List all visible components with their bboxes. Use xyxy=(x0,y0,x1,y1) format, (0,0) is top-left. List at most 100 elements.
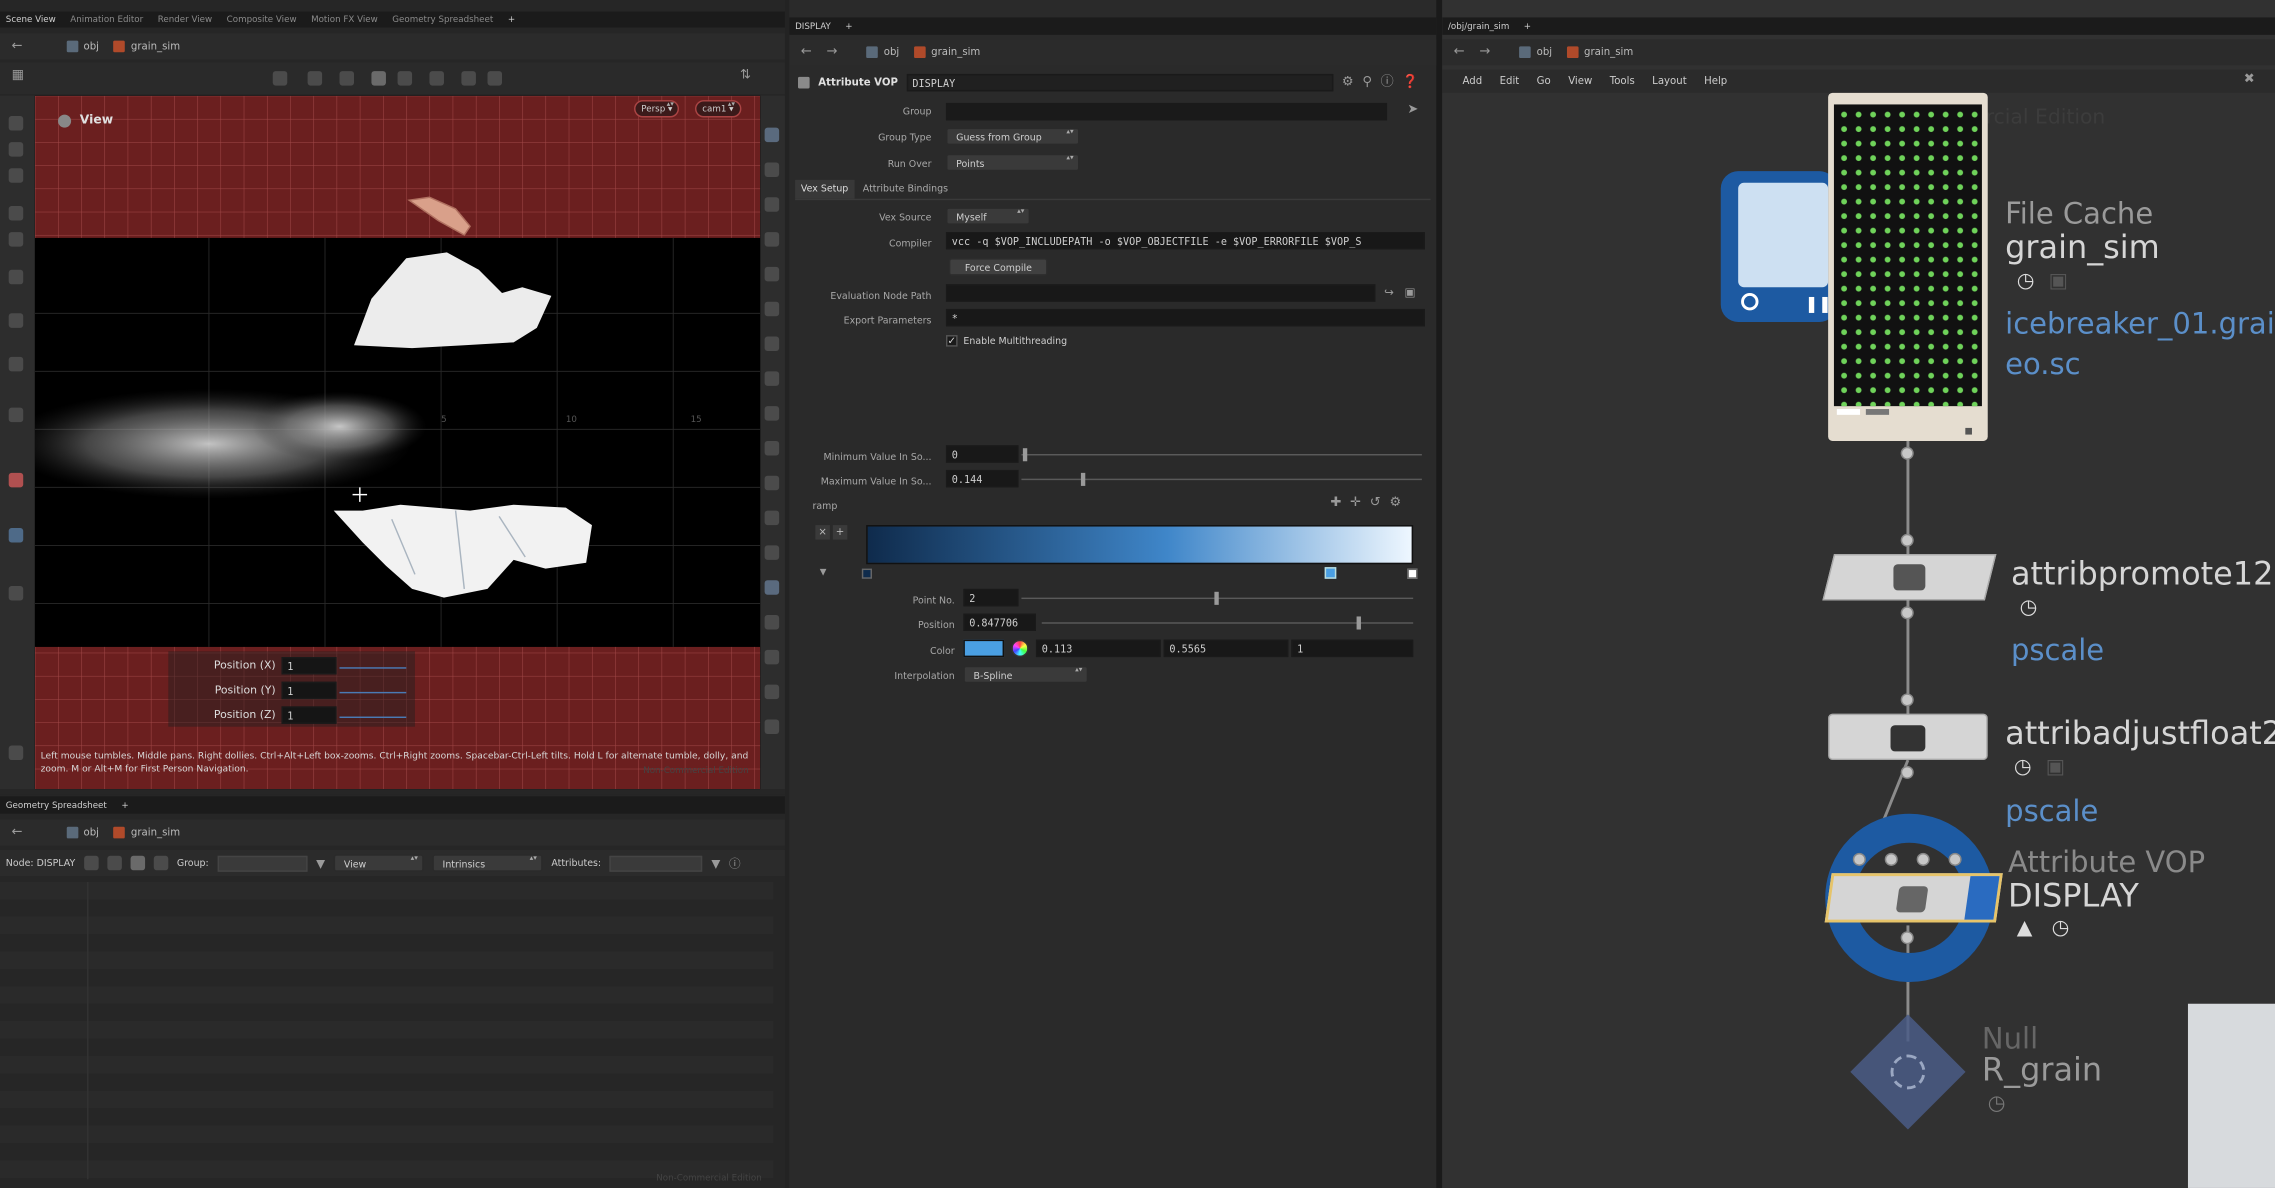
menu-tools[interactable]: Tools xyxy=(1610,75,1635,87)
snap-tool-icon-2[interactable] xyxy=(307,71,323,86)
ramp-collapse-icon[interactable]: ▼ xyxy=(820,566,827,579)
group-select-arrow-icon[interactable]: ➤ xyxy=(1407,104,1418,117)
filter-icon[interactable]: ▼ xyxy=(316,857,325,870)
ramp-key-start[interactable] xyxy=(861,568,872,579)
tab-attribute-bindings[interactable]: Attribute Bindings xyxy=(857,180,954,199)
snap-tool-icon-6[interactable] xyxy=(429,71,444,86)
viewport-misc-icon[interactable] xyxy=(8,586,24,601)
lock-icon[interactable]: ▣ xyxy=(2046,757,2065,777)
path-obj[interactable]: obj xyxy=(866,46,899,59)
color-swatch[interactable] xyxy=(963,639,1005,658)
position-field[interactable]: 0.847706 xyxy=(963,613,1036,631)
node-name-field[interactable]: DISPLAY xyxy=(906,73,1334,92)
tab-scene-view[interactable]: Scene View xyxy=(6,15,56,25)
back-arrow-icon[interactable]: ← xyxy=(801,45,812,59)
interpolation-menu[interactable]: B-Spline xyxy=(963,665,1089,684)
display-option-icon-6[interactable] xyxy=(764,301,780,317)
snap-tool-icon[interactable] xyxy=(272,71,288,86)
back-arrow-icon[interactable]: ← xyxy=(1454,45,1465,59)
display-option-icon-3[interactable] xyxy=(764,197,780,212)
display-option-icon-7[interactable] xyxy=(764,336,780,352)
display-option-icon-10[interactable] xyxy=(764,440,780,456)
input-connector[interactable] xyxy=(1900,533,1914,547)
group-type-menu[interactable]: Guess from Group xyxy=(945,127,1080,146)
max-value-field[interactable]: 0.144 xyxy=(945,469,1019,488)
path-node[interactable]: grain_sim xyxy=(113,826,180,839)
path-obj[interactable]: obj xyxy=(1519,46,1552,59)
add-point-icon[interactable]: ✚ xyxy=(1330,497,1341,511)
input-connector[interactable] xyxy=(1948,852,1962,866)
export-parameters-field[interactable]: * xyxy=(945,308,1425,327)
color-g-field[interactable]: 0.5565 xyxy=(1163,639,1289,658)
vertex-attrib-icon[interactable] xyxy=(107,855,122,871)
display-option-icon-17[interactable] xyxy=(764,684,780,700)
node-chooser-icon[interactable]: ↪ xyxy=(1384,286,1394,299)
record-icon[interactable] xyxy=(1741,293,1759,311)
handle-tool-icon[interactable] xyxy=(8,269,24,285)
display-option-icon-4[interactable] xyxy=(764,232,780,247)
vex-source-menu[interactable]: Myself xyxy=(945,207,1031,225)
file-cache-node[interactable]: ■ xyxy=(1828,92,1988,441)
search-icon[interactable]: ⚲ xyxy=(1362,75,1372,89)
add-tab-icon[interactable]: + xyxy=(508,15,515,25)
tools-icon[interactable]: ✖ xyxy=(2244,73,2255,87)
rotate-tool-icon[interactable] xyxy=(8,168,24,183)
brush-tool-icon[interactable] xyxy=(8,407,24,423)
run-over-menu[interactable]: Points xyxy=(945,153,1080,172)
camera-menu[interactable]: cam1 ▾ xyxy=(694,100,741,118)
select-tool-icon[interactable] xyxy=(8,116,24,131)
display-option-icon-15[interactable] xyxy=(764,615,780,630)
vop-display-flag[interactable] xyxy=(1964,876,2000,920)
persp-menu[interactable]: Persp ▾ xyxy=(634,100,680,118)
position-knob[interactable] xyxy=(1356,616,1361,630)
back-arrow-icon[interactable]: ← xyxy=(12,825,23,839)
input-connector[interactable] xyxy=(1900,693,1914,707)
output-connector[interactable] xyxy=(1900,931,1914,945)
snap-tool-icon-5[interactable] xyxy=(397,71,413,86)
display-option-icon-16[interactable] xyxy=(764,649,780,665)
multithreading-toggle[interactable]: ✓ Enable Multithreading xyxy=(945,335,1067,347)
path-obj[interactable]: obj xyxy=(66,40,99,53)
position-z-field[interactable]: 1 xyxy=(281,706,337,724)
input-connector[interactable] xyxy=(1916,852,1930,866)
menu-go[interactable]: Go xyxy=(1537,75,1551,87)
attribute-filter-input[interactable] xyxy=(609,855,703,872)
file-cache-widget[interactable]: ❚❚ xyxy=(1720,171,1837,323)
output-connector[interactable] xyxy=(1900,606,1914,620)
add-tab-icon[interactable]: + xyxy=(121,800,128,810)
view-menu[interactable]: View xyxy=(333,854,424,872)
display-option-icon[interactable] xyxy=(764,127,780,143)
attribute-vop-node[interactable] xyxy=(1824,873,2003,923)
path-obj[interactable]: obj xyxy=(66,826,99,839)
ramp-key-selected[interactable] xyxy=(1324,567,1336,579)
ramp-gear-icon[interactable]: ⚙ xyxy=(1389,497,1401,511)
move-tool-icon[interactable] xyxy=(8,142,24,157)
position-z-slider[interactable] xyxy=(339,716,407,718)
pose-tool-icon[interactable] xyxy=(8,313,24,328)
pin-icon[interactable]: ⇅ xyxy=(740,69,751,83)
camera-toggle-icon[interactable] xyxy=(487,71,503,86)
snap-magnet-icon[interactable] xyxy=(8,527,24,543)
color-r-field[interactable]: 0.113 xyxy=(1035,639,1161,658)
tab-composite-view[interactable]: Composite View xyxy=(227,15,297,25)
add-ramp-point-icon[interactable]: + xyxy=(832,525,848,540)
ramp-key-end[interactable] xyxy=(1407,568,1418,579)
viewport-misc-icon-2[interactable] xyxy=(8,745,24,761)
attribpromote-node[interactable] xyxy=(1822,554,1997,601)
point-attrib-icon[interactable] xyxy=(83,855,99,871)
compiler-field[interactable]: vcc -q $VOP_INCLUDEPATH -o $VOP_OBJECTFI… xyxy=(945,232,1425,250)
input-connector[interactable] xyxy=(1852,852,1866,866)
tab-motion-fx-view[interactable]: Motion FX View xyxy=(311,15,378,25)
gear-icon[interactable]: ⚙ xyxy=(1342,75,1354,89)
tab-network-path[interactable]: /obj/grain_sim xyxy=(1448,21,1509,31)
intrinsics-menu[interactable]: Intrinsics xyxy=(432,854,543,872)
reset-ramp-icon[interactable]: ↺ xyxy=(1370,497,1381,511)
path-node[interactable]: grain_sim xyxy=(1566,46,1633,59)
display-option-icon-2[interactable] xyxy=(764,162,780,177)
path-node[interactable]: grain_sim xyxy=(113,40,180,53)
display-option-icon-5[interactable] xyxy=(764,266,780,282)
max-value-knob[interactable] xyxy=(1080,472,1085,486)
lock-tool-icon[interactable] xyxy=(8,232,24,247)
prim-attrib-icon[interactable] xyxy=(130,855,145,871)
attribadjustfloat-node[interactable] xyxy=(1828,713,1988,761)
